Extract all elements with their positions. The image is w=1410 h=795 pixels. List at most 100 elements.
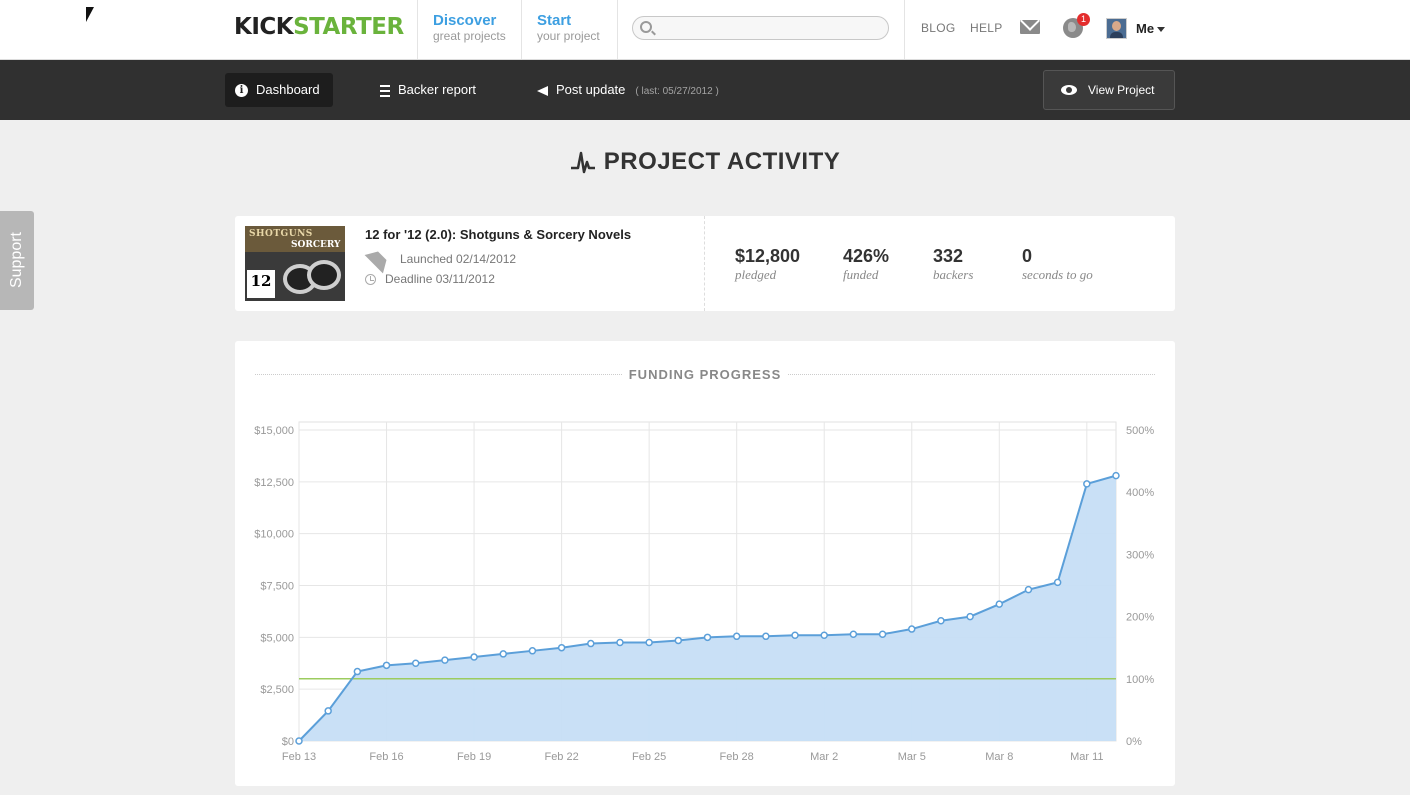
stat-pledged: $12,800 pledged xyxy=(735,246,800,283)
help-link[interactable]: HELP xyxy=(970,21,1003,35)
list-icon xyxy=(380,84,390,97)
stat-value: $12,800 xyxy=(735,246,801,266)
tab-backer-report[interactable]: Backer report xyxy=(380,73,476,107)
tab-backer-report-label: Backer report xyxy=(398,82,477,97)
kickstarter-logo[interactable]: KICKSTARTER xyxy=(234,14,404,40)
last-update-text: ( last: 05/27/2012 ) xyxy=(635,86,719,97)
start-title: Start xyxy=(537,12,572,29)
data-point xyxy=(616,638,624,647)
support-label: Support xyxy=(8,231,25,289)
activity-pulse-icon xyxy=(570,151,595,173)
data-point xyxy=(703,633,712,642)
data-point xyxy=(791,631,799,640)
y-tick-label-right: 200% xyxy=(1126,612,1154,624)
top-navbar: KICKSTARTER Discover great projects Star… xyxy=(0,0,1410,60)
y-tick-label-left: $10,000 xyxy=(254,529,294,541)
x-tick-label: Mar 11 xyxy=(1070,751,1103,763)
view-project-button[interactable]: View Project xyxy=(1043,70,1175,110)
discover-subtitle: great projects xyxy=(433,29,506,43)
data-point xyxy=(732,632,741,641)
stat-label: backers xyxy=(933,267,974,282)
chevron-down-icon[interactable] xyxy=(1157,27,1165,32)
search-icon xyxy=(640,21,652,33)
data-point xyxy=(528,647,537,655)
data-point xyxy=(908,625,916,633)
stat-value: 332 xyxy=(933,246,964,266)
stat-funded: 426% funded xyxy=(843,246,889,283)
project-card: SHOTGUNS SORCERY 12 12 for '12 (2.0): Sh… xyxy=(235,216,1175,311)
data-point xyxy=(849,630,858,638)
page-title-text: PROJECT ACTIVITY xyxy=(603,148,841,175)
mouse-cursor-icon xyxy=(86,7,94,22)
data-point xyxy=(382,661,391,670)
launched-text: Launched 02/14/2012 xyxy=(400,252,517,266)
tab-post-update-label: Post update xyxy=(556,82,626,97)
discover-link[interactable]: Discover great projects xyxy=(433,12,506,44)
start-link[interactable]: Start your project xyxy=(537,12,600,44)
tab-dashboard-label: Dashboard xyxy=(256,82,320,97)
stat-label: pledged xyxy=(735,267,777,282)
x-tick-label: Mar 2 xyxy=(810,751,838,763)
y-tick-label-right: 0% xyxy=(1126,736,1142,748)
project-thumbnail[interactable]: SHOTGUNS SORCERY 12 xyxy=(245,226,345,301)
data-point xyxy=(762,632,770,641)
view-project-label: View Project xyxy=(1088,83,1155,97)
nav-divider xyxy=(521,0,522,59)
stat-time-left: 0 seconds to go xyxy=(1022,246,1093,283)
data-point xyxy=(645,638,653,647)
stat-backers: 332 backers xyxy=(933,246,973,283)
data-point xyxy=(995,600,1004,608)
user-menu[interactable]: Me xyxy=(1136,21,1154,36)
x-tick-label: Feb 25 xyxy=(632,751,666,763)
data-point xyxy=(1024,585,1033,594)
discover-title: Discover xyxy=(433,12,497,29)
data-point xyxy=(411,659,420,667)
page-title: PROJECT ACTIVITY xyxy=(0,148,1410,176)
y-tick-label-right: 300% xyxy=(1126,549,1154,561)
mail-icon[interactable] xyxy=(1020,20,1040,34)
x-tick-label: Feb 28 xyxy=(720,751,754,763)
avatar[interactable] xyxy=(1106,18,1127,39)
project-title[interactable]: 12 for '12 (2.0): Shotguns & Sorcery Nov… xyxy=(365,227,631,242)
data-point xyxy=(820,631,828,640)
support-tab[interactable]: Support xyxy=(0,211,34,310)
data-point xyxy=(324,707,332,715)
notification-badge: 1 xyxy=(1077,13,1090,26)
data-point xyxy=(937,616,945,625)
deadline-text: Deadline 03/11/2012 xyxy=(385,272,495,286)
data-point xyxy=(674,636,683,645)
data-point xyxy=(441,656,449,664)
data-point xyxy=(1083,480,1091,488)
stat-label: seconds to go xyxy=(1022,267,1093,282)
data-point xyxy=(878,630,887,638)
data-point xyxy=(353,667,362,676)
nav-divider xyxy=(904,0,905,59)
tab-dashboard[interactable]: i Dashboard xyxy=(225,73,333,107)
data-point xyxy=(966,612,974,621)
deadline-row: Deadline 03/11/2012 xyxy=(365,272,495,286)
x-tick-label: Feb 16 xyxy=(369,751,403,763)
stat-label: funded xyxy=(843,267,879,282)
clock-icon xyxy=(365,274,376,286)
search-input[interactable] xyxy=(655,19,884,37)
x-tick-label: Mar 8 xyxy=(985,751,1013,763)
x-tick-label: Feb 19 xyxy=(457,751,491,763)
data-point xyxy=(470,653,478,661)
y-tick-label-left: $7,500 xyxy=(260,581,294,593)
x-tick-label: Feb 22 xyxy=(544,751,578,763)
stat-value: 426% xyxy=(843,246,890,266)
funding-progress-panel: FUNDING PROGRESS $0 $2,500 $5,000 $7,500 $10… xyxy=(235,341,1175,786)
search-box[interactable] xyxy=(632,16,889,40)
data-point xyxy=(1053,578,1062,587)
blog-link[interactable]: BLOG xyxy=(921,21,956,35)
tab-post-update[interactable]: Post update ( last: 05/27/2012 ) xyxy=(537,73,719,107)
thumbnail-text: SORCERY xyxy=(291,240,341,250)
y-tick-label-right: 500% xyxy=(1126,425,1154,437)
y-tick-label-left: $2,500 xyxy=(260,684,294,696)
rocket-icon xyxy=(364,246,392,274)
dashboard-bar: i Dashboard Backer report Post update ( la… xyxy=(0,60,1410,120)
megaphone-icon xyxy=(537,85,548,96)
info-icon: i xyxy=(235,84,248,98)
start-subtitle: your project xyxy=(537,29,600,43)
data-point xyxy=(587,639,595,648)
